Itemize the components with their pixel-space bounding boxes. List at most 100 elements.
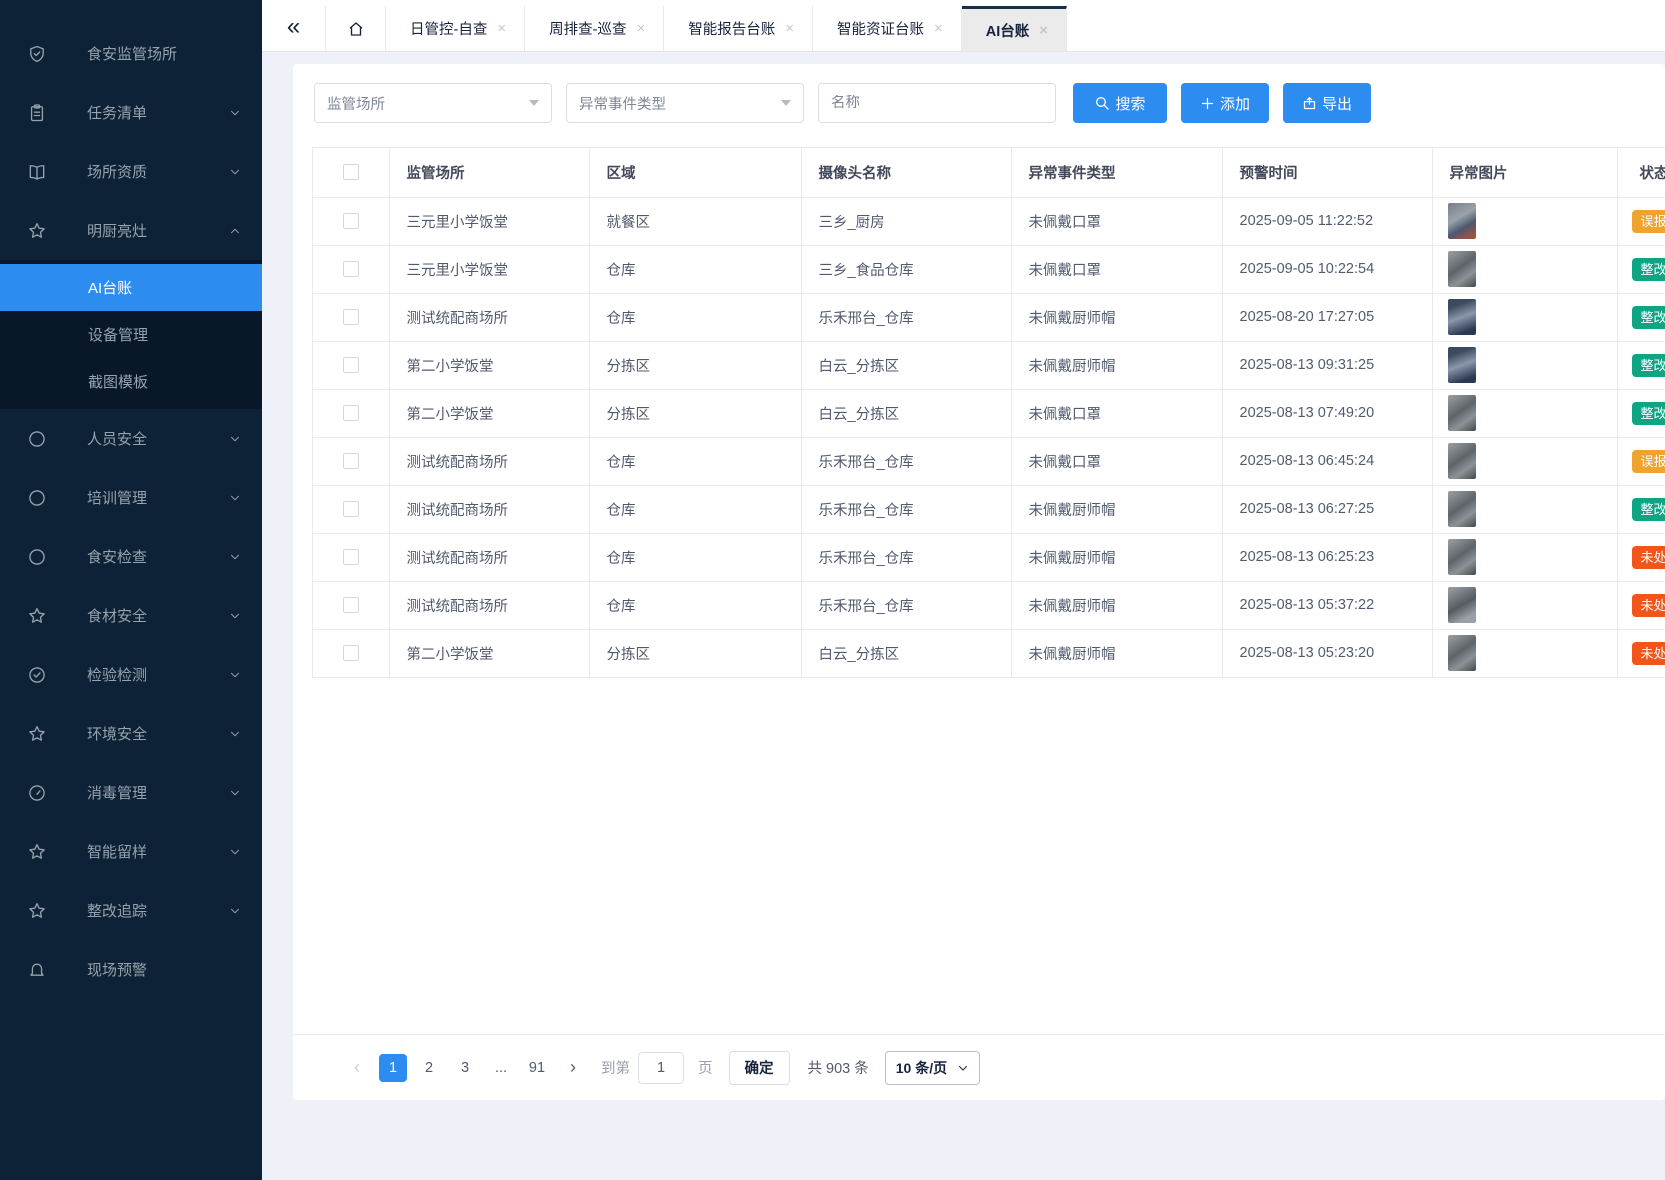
anomaly-thumbnail[interactable] [1448,203,1476,239]
row-checkbox[interactable] [343,549,359,565]
area-cell: 仓库 [589,581,801,629]
camera-cell: 白云_分拣区 [801,389,1011,437]
row-checkbox-cell [313,629,389,677]
event-type-cell: 未佩戴厨师帽 [1011,341,1222,389]
anomaly-image-cell [1432,485,1617,533]
row-checkbox-cell [313,581,389,629]
status-badge: 未处理 [1632,546,1665,569]
site-filter-select[interactable]: 监管场所 [314,83,552,123]
sidebar-item-bright-kitchen[interactable]: 明厨亮灶 [0,201,262,260]
sidebar-item-food-safety-check[interactable]: 食安检查 [0,527,262,586]
tab[interactable]: 日管控-自查 × [386,6,525,51]
anomaly-image-cell [1432,341,1617,389]
sidebar-subitem-device-management[interactable]: 设备管理 [0,311,262,358]
tab[interactable]: 智能资证台账 × [813,6,962,51]
row-checkbox[interactable] [343,405,359,421]
row-checkbox[interactable] [343,261,359,277]
home-tab[interactable] [326,6,386,51]
next-page-arrow[interactable]: › [559,1054,587,1082]
goto-page-input[interactable] [638,1052,684,1084]
table-row: 测试统配商场所 仓库 乐禾邢台_仓库 未佩戴厨师帽 2025-08-13 05:… [313,581,1665,629]
page-number-button[interactable]: 3 [451,1054,479,1082]
sidebar-item-food-safety-sites[interactable]: 食安监管场所 [0,24,262,83]
book-icon [27,162,47,182]
anomaly-thumbnail[interactable] [1448,539,1476,575]
page-number-button[interactable]: 1 [379,1054,407,1082]
search-button[interactable]: 搜索 [1073,83,1167,123]
sidebar-item-personnel-safety[interactable]: 人员安全 [0,409,262,468]
page-number-button[interactable]: 2 [415,1054,443,1082]
tab[interactable]: 智能报告台账 × [664,6,813,51]
sidebar-item-ingredient-safety[interactable]: 食材安全 [0,586,262,645]
sidebar-item-label: 智能留样 [87,841,228,862]
sidebar-item-onsite-warning[interactable]: 现场预警 [0,940,262,999]
sidebar-item-smart-sampling[interactable]: 智能留样 [0,822,262,881]
tab-close-icon[interactable]: × [934,20,943,37]
row-checkbox-cell [313,197,389,245]
tab[interactable]: AI台账 × [962,6,1067,51]
ai-ledger-table: 监管场所 区域 摄像头名称 异常事件类型 预警时间 异常图片 状态 三元里小学饭… [312,147,1665,678]
sidebar-subitem-ai-ledger[interactable]: AI台账 [0,264,262,311]
export-button[interactable]: 导出 [1283,83,1371,123]
tab-close-icon[interactable]: × [785,20,794,37]
warning-time-cell: 2025-08-13 06:25:23 [1222,533,1432,581]
event-type-cell: 未佩戴口罩 [1011,245,1222,293]
anomaly-thumbnail[interactable] [1448,251,1476,287]
anomaly-thumbnail[interactable] [1448,347,1476,383]
column-header-status: 状态 [1617,148,1665,197]
warning-time-cell: 2025-08-13 06:45:24 [1222,437,1432,485]
row-checkbox[interactable] [343,501,359,517]
anomaly-image-cell [1432,389,1617,437]
page-number-button[interactable]: 91 [523,1054,551,1082]
prev-page-arrow[interactable]: ‹ [343,1054,371,1082]
event-type-filter-select[interactable]: 异常事件类型 [566,83,804,123]
add-button[interactable]: 添加 [1181,83,1269,123]
sidebar-collapse-button[interactable]: « [262,6,326,51]
sidebar-subitem-screenshot-template[interactable]: 截图模板 [0,358,262,405]
tab-close-icon[interactable]: × [636,20,645,37]
area-cell: 仓库 [589,533,801,581]
sidebar-item-training-management[interactable]: 培训管理 [0,468,262,527]
select-all-checkbox[interactable] [343,164,359,180]
row-checkbox[interactable] [343,453,359,469]
row-checkbox[interactable] [343,597,359,613]
sidebar-item-label: 人员安全 [87,428,228,449]
camera-cell: 乐禾邢台_仓库 [801,533,1011,581]
tab[interactable]: 周排查-巡查 × [525,6,664,51]
sidebar-item-task-list[interactable]: 任务清单 [0,83,262,142]
goto-confirm-button[interactable]: 确定 [729,1051,790,1085]
tab-close-icon[interactable]: × [1039,22,1048,39]
warning-time-cell: 2025-09-05 11:22:52 [1222,197,1432,245]
chevron-down-icon [228,165,242,179]
anomaly-thumbnail[interactable] [1448,491,1476,527]
shield-check-icon [27,44,47,64]
anomaly-thumbnail[interactable] [1448,299,1476,335]
row-checkbox[interactable] [343,645,359,661]
row-checkbox[interactable] [343,357,359,373]
goto-prefix-label: 到第 [601,1057,630,1078]
anomaly-thumbnail[interactable] [1448,395,1476,431]
sidebar-item-disinfection-management[interactable]: 消毒管理 [0,763,262,822]
chevron-down-icon [228,106,242,120]
event-type-cell: 未佩戴口罩 [1011,197,1222,245]
row-checkbox[interactable] [343,309,359,325]
page-size-select[interactable]: 10 条/页 [885,1051,980,1085]
anomaly-thumbnail[interactable] [1448,587,1476,623]
sidebar-item-site-qualifications[interactable]: 场所资质 [0,142,262,201]
anomaly-thumbnail[interactable] [1448,443,1476,479]
event-type-cell: 未佩戴厨师帽 [1011,485,1222,533]
column-header-anomaly-image: 异常图片 [1432,148,1617,197]
name-filter-input[interactable] [831,95,1043,111]
chevron-down-icon [228,668,242,682]
row-checkbox[interactable] [343,213,359,229]
status-badge: 整改 [1632,306,1665,329]
chevron-down-icon [228,550,242,564]
status-cell: 误报 [1617,197,1665,245]
page-number-button[interactable]: ... [487,1054,515,1082]
sidebar-item-environment-safety[interactable]: 环境安全 [0,704,262,763]
status-cell: 整改 [1617,293,1665,341]
tab-close-icon[interactable]: × [497,20,506,37]
anomaly-thumbnail[interactable] [1448,635,1476,671]
sidebar-item-rectification-tracking[interactable]: 整改追踪 [0,881,262,940]
sidebar-item-inspection-testing[interactable]: 检验检测 [0,645,262,704]
